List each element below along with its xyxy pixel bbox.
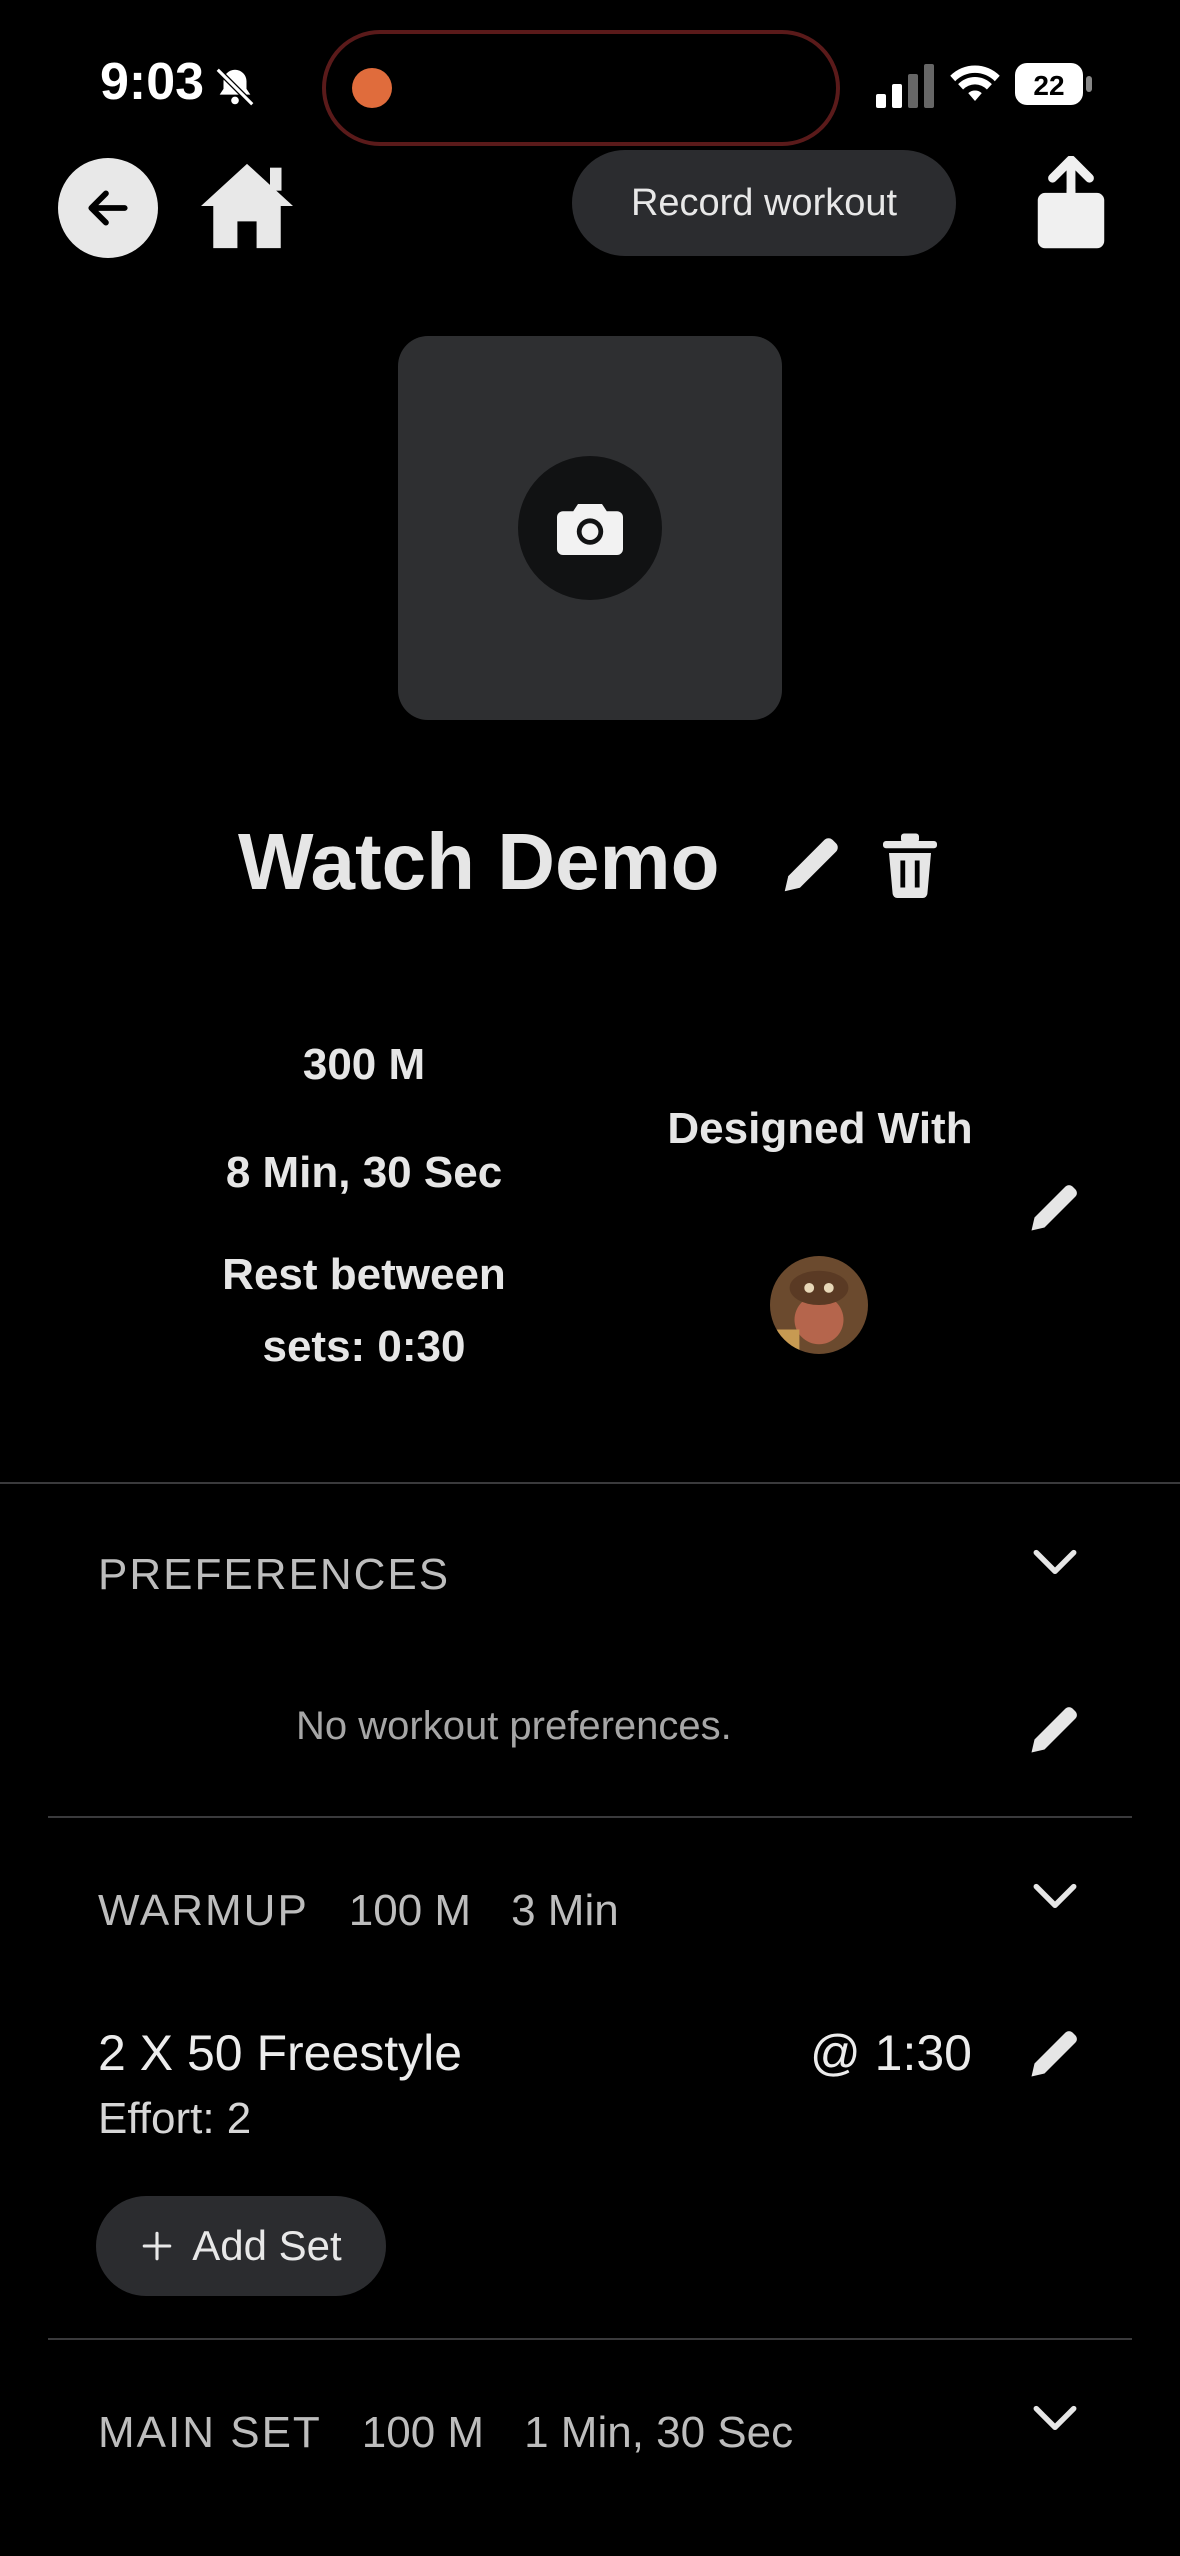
main-set-time: 1 Min, 30 Sec	[524, 2408, 794, 2457]
warmup-header: WARMUP 100 M 3 Min	[98, 1886, 619, 1936]
edit-title-pencil-icon[interactable]	[776, 830, 846, 900]
home-icon[interactable]	[196, 160, 298, 252]
main-set-chevron-down-icon[interactable]	[1030, 2402, 1080, 2436]
divider	[48, 2338, 1132, 2340]
edit-details-pencil-icon[interactable]	[1024, 1178, 1084, 1238]
add-set-button[interactable]: Add Set	[96, 2196, 386, 2296]
warmup-distance: 100 M	[348, 1886, 472, 1935]
divider	[48, 1816, 1132, 1818]
delete-trash-icon[interactable]	[880, 832, 940, 898]
warmup-chevron-down-icon[interactable]	[1030, 1880, 1080, 1914]
add-set-label: Add Set	[192, 2222, 342, 2269]
back-button[interactable]	[58, 158, 158, 258]
divider	[0, 1482, 1180, 1484]
main-set-distance: 100 M	[361, 2408, 485, 2457]
designed-with-label: Designed With	[667, 1104, 973, 1153]
share-icon[interactable]	[1034, 156, 1108, 252]
add-photo-button[interactable]	[518, 456, 662, 600]
battery-level: 22	[1033, 70, 1064, 101]
rest-between-line1: Rest between	[222, 1250, 506, 1299]
edit-preferences-pencil-icon[interactable]	[1024, 1700, 1084, 1760]
rest-between-line2: sets: 0:30	[262, 1322, 466, 1371]
silent-bell-icon	[215, 67, 255, 107]
main-set-title: MAIN SET	[98, 2408, 322, 2457]
main-set-header: MAIN SET 100 M 1 Min, 30 Sec	[98, 2408, 793, 2458]
workout-duration: 8 Min, 30 Sec	[225, 1148, 503, 1197]
preferences-header: PREFERENCES	[98, 1550, 451, 1599]
plus-icon	[142, 2231, 172, 2261]
designer-avatar[interactable]	[770, 1256, 868, 1354]
cellular-signal-icon	[876, 64, 934, 108]
warmup-time: 3 Min	[511, 1886, 619, 1935]
set-effort: Effort: 2	[98, 2094, 252, 2143]
record-workout-button[interactable]: Record workout	[572, 150, 956, 256]
wifi-icon	[950, 65, 1000, 101]
workout-title: Watch Demo	[238, 817, 720, 906]
no-preferences-text: No workout preferences.	[296, 1704, 732, 1748]
arrow-left-icon	[88, 190, 128, 226]
status-time: 9:03	[100, 53, 205, 111]
warmup-title: WARMUP	[98, 1886, 309, 1935]
recording-indicator	[352, 68, 392, 108]
set-interval: @ 1:30	[810, 2025, 972, 2081]
set-name: 2 X 50 Freestyle	[98, 2025, 463, 2081]
preferences-chevron-down-icon[interactable]	[1030, 1546, 1080, 1580]
dynamic-island	[322, 30, 840, 146]
battery-icon: 22	[1015, 63, 1092, 105]
camera-icon	[557, 504, 623, 555]
workout-distance: 300 M	[302, 1040, 426, 1089]
edit-set-pencil-icon[interactable]	[1024, 2024, 1084, 2084]
